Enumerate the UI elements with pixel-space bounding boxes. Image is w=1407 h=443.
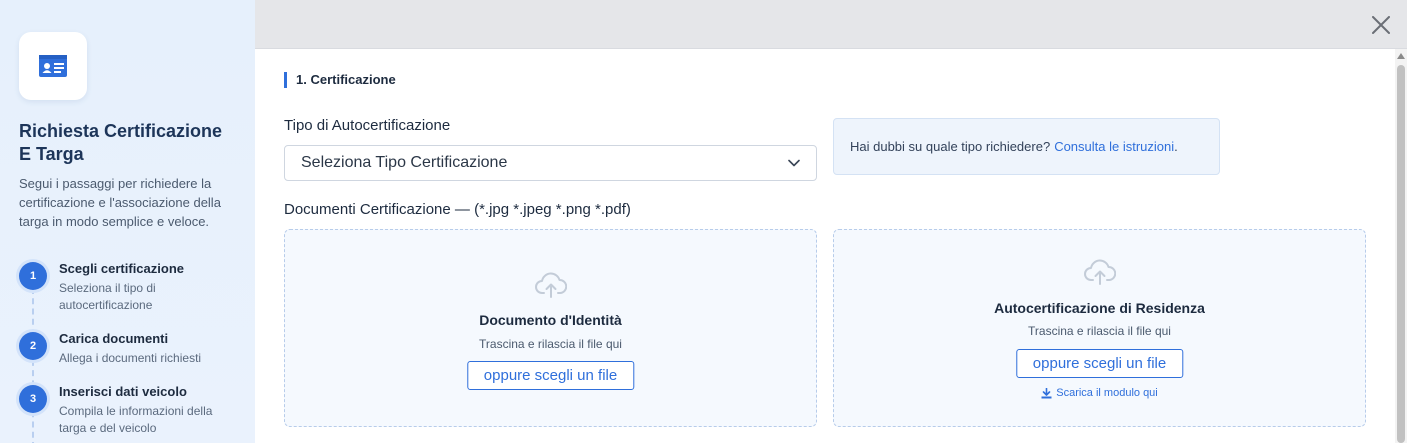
steps-connector <box>32 288 34 443</box>
chevron-down-icon <box>788 159 800 167</box>
main-panel: 1. Certificazione Tipo di Autocertificaz… <box>255 0 1407 443</box>
residence-certificate-dropzone[interactable]: Autocertificazione di Residenza Trascina… <box>833 229 1366 427</box>
section-title: 1. Certificazione <box>284 72 396 88</box>
scroll-thumb[interactable] <box>1397 65 1405 443</box>
dropzone-hint: Trascina e rilascia il file qui <box>479 337 622 351</box>
cloud-upload-icon <box>1083 259 1116 285</box>
modal-header <box>255 0 1407 49</box>
step-title: Scegli certificazione <box>59 261 184 276</box>
step-title: Carica documenti <box>59 331 169 346</box>
download-template-label: Scarica il modulo qui <box>1056 387 1158 399</box>
step-subtitle: Allega i documenti richiesti <box>59 351 202 365</box>
select-value: Seleziona Tipo Certificazione <box>301 154 508 171</box>
close-icon <box>1372 16 1390 34</box>
step-subtitle: Seleziona il tipo di autocertificazione <box>59 281 156 312</box>
close-button[interactable] <box>1369 13 1393 37</box>
id-card-icon <box>39 55 67 77</box>
choose-file-button[interactable]: oppure scegli un file <box>1015 349 1184 378</box>
choose-file-button[interactable]: oppure scegli un file <box>466 361 635 390</box>
documents-label: Documenti Certificazione — (*.jpg *.jpeg… <box>284 201 631 218</box>
step-number: 1 <box>19 262 47 290</box>
download-icon <box>1041 387 1052 398</box>
certification-type-label: Tipo di Autocertificazione <box>284 117 451 134</box>
documents-dash: — <box>454 201 470 218</box>
sidebar-description: Segui i passaggi per richiedere la certi… <box>19 176 221 229</box>
step-number: 3 <box>19 385 47 413</box>
dropzone-title: Autocertificazione di Residenza <box>994 300 1205 316</box>
download-template-link[interactable]: Scarica il modulo qui <box>834 387 1365 399</box>
sidebar: Richiesta Certificazione E Targa Segui i… <box>0 0 255 443</box>
step-subtitle: Compila le informazioni della targa e de… <box>59 404 213 435</box>
step-title: Inserisci dati veicolo <box>59 384 187 399</box>
cloud-upload-icon <box>534 272 567 298</box>
dropzone-hint: Trascina e rilascia il file qui <box>1028 324 1171 338</box>
sidebar-title: Richiesta Certificazione E Targa <box>19 121 223 164</box>
app-icon-tile <box>19 32 87 100</box>
instructions-link[interactable]: Consulta le istruzioni <box>1054 139 1174 154</box>
documents-title: Documenti Certificazione <box>284 201 451 218</box>
identity-document-dropzone[interactable]: Documento d'Identità Trascina e rilascia… <box>284 229 817 427</box>
help-text: Hai dubbi su quale tipo richiedere? <box>850 139 1051 154</box>
scroll-up-arrow-icon[interactable] <box>1397 53 1405 59</box>
help-info-box: Hai dubbi su quale tipo richiedere? Cons… <box>833 118 1220 175</box>
certification-type-select[interactable]: Seleziona Tipo Certificazione <box>284 145 817 181</box>
step-number: 2 <box>19 332 47 360</box>
help-period: . <box>1174 139 1178 154</box>
vertical-scrollbar[interactable] <box>1395 49 1407 443</box>
dropzone-title: Documento d'Identità <box>479 312 622 328</box>
documents-formats: (*.jpg *.jpeg *.png *.pdf) <box>474 201 631 218</box>
